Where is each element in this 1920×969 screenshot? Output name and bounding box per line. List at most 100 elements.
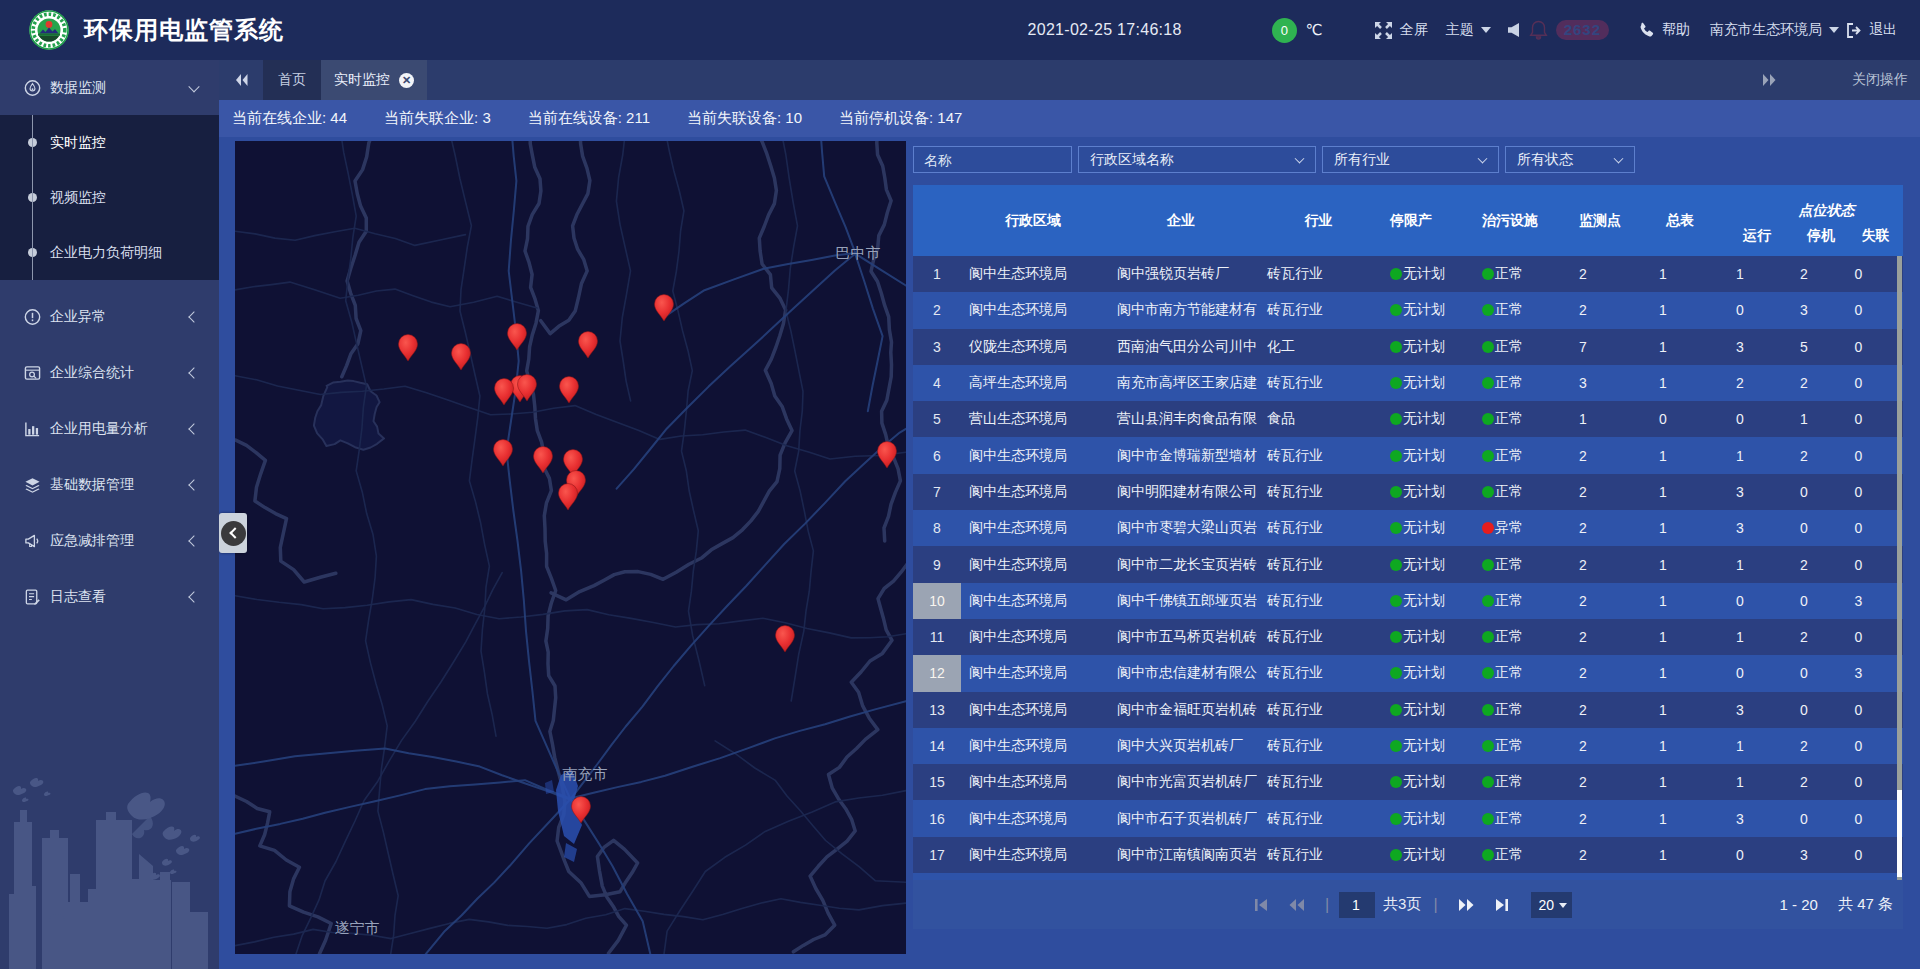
cell-running: 1 [1720,448,1794,464]
previous-page-button[interactable] [1288,898,1305,912]
cell-treatment-facility: 正常 [1472,701,1560,719]
map-pin-14[interactable] [557,482,579,511]
region-filter-select[interactable]: 行政区域名称 [1078,146,1316,173]
map-pin-4[interactable] [577,330,599,359]
map-pin-11[interactable] [532,445,554,474]
close-operations-button[interactable]: 关闭操作 [1852,71,1908,89]
map-pin-15[interactable] [876,440,898,469]
forward-tabs-button[interactable] [1762,73,1778,87]
table-row-7[interactable]: 7阆中生态环境局阆中明阳建材有限公司砖瓦行业无计划正常21300 [913,474,1903,510]
table-scrollbar[interactable] [1897,256,1902,880]
col-header-1[interactable]: 行政区域 [961,185,1105,256]
tab-1[interactable]: 首页 [263,60,321,100]
map-pin-9[interactable] [558,375,580,404]
table-row-13[interactable]: 13阆中生态环境局阆中市金福旺页岩机砖砖瓦行业无计划正常21300 [913,692,1903,728]
table-row-17[interactable]: 17阆中生态环境局阆中市江南镇阆南页岩砖瓦行业无计划正常21030 [913,837,1903,873]
status-filter-select[interactable]: 所有状态 [1505,146,1635,173]
map-pin-5[interactable] [450,342,472,371]
table-row-15[interactable]: 15阆中生态环境局阆中市光富页岩机砖厂砖瓦行业无计划正常21120 [913,764,1903,800]
cell-region: 阆中生态环境局 [961,773,1105,791]
table-row-18[interactable]: 18南部生态环境局南部县新华水泥有限公建材加工无计划正常60060 [913,873,1903,880]
col-subheader-2[interactable]: 停机 [1794,221,1848,256]
last-page-button[interactable] [1495,898,1509,912]
map-pin-8[interactable] [516,373,538,402]
map-pin-16[interactable] [774,624,796,653]
sidebar-item-3[interactable]: 企业综合统计 [0,345,219,401]
tab-2[interactable]: 实时监控✕ [321,60,427,100]
table-scrollbar-thumb[interactable] [1897,790,1902,877]
table-row-9[interactable]: 9阆中生态环境局阆中市二龙长宝页岩砖砖瓦行业无计划正常21120 [913,546,1903,582]
map-pin-3[interactable] [506,322,528,351]
sidebar-item-5[interactable]: 基础数据管理 [0,457,219,513]
sidebar-item-6[interactable]: 应急减排管理 [0,513,219,569]
name-filter-input[interactable] [913,146,1072,173]
col-header-3[interactable]: 行业 [1257,185,1380,256]
col-header-2[interactable]: 企业 [1105,185,1257,256]
table-row-12[interactable]: 12阆中生态环境局阆中市忠信建材有限公砖瓦行业无计划正常21003 [913,655,1903,691]
first-page-button[interactable] [1254,898,1268,912]
sidebar-item-4[interactable]: 企业用电量分析 [0,401,219,457]
table-row-14[interactable]: 14阆中生态环境局阆中大兴页岩机砖厂砖瓦行业无计划正常21120 [913,728,1903,764]
table-row-11[interactable]: 11阆中生态环境局阆中市五马桥页岩机砖砖瓦行业无计划正常21120 [913,619,1903,655]
cell-stopped: 2 [1794,375,1848,391]
col-header-6[interactable]: 监测点 [1560,185,1640,256]
tab-close-icon[interactable]: ✕ [399,73,414,88]
sidebar-item-1[interactable]: 数据监测 [0,60,219,115]
page-number-input[interactable] [1339,892,1375,918]
cell-monitor-points: 2 [1560,484,1640,500]
sidebar-item-7[interactable]: 日志查看 [0,569,219,625]
table-row-3[interactable]: 3仪陇生态环境局西南油气田分公司川中化工无计划正常71350 [913,329,1903,365]
table-row-8[interactable]: 8阆中生态环境局阆中市枣碧大梁山页岩砖瓦行业无计划异常21300 [913,510,1903,546]
cell-monitor-points: 2 [1560,774,1640,790]
col-subheader-1[interactable]: 运行 [1720,221,1794,256]
fullscreen-button[interactable]: 全屏 [1374,21,1428,40]
next-page-button[interactable] [1458,898,1475,912]
table-row-4[interactable]: 4高坪生态环境局南充市高坪区王家店建砖瓦行业无计划正常31220 [913,365,1903,401]
logout-button[interactable]: 退出 [1845,21,1897,39]
org-dropdown[interactable]: 南充市生态环境局 [1710,21,1839,39]
table-row-16[interactable]: 16阆中生态环境局阆中市石子页岩机砖厂砖瓦行业无计划正常21300 [913,800,1903,836]
table-row-1[interactable]: 1阆中生态环境局阆中强锐页岩砖厂砖瓦行业无计划正常21120 [913,256,1903,292]
cell-region: 阆中生态环境局 [961,519,1105,537]
table-row-6[interactable]: 6阆中生态环境局阆中市金博瑞新型墙材砖瓦行业无计划正常21120 [913,437,1903,473]
table-row-2[interactable]: 2阆中生态环境局阆中市南方节能建材有砖瓦行业无计划正常21030 [913,292,1903,328]
col-header-5[interactable]: 治污设施 [1472,185,1560,256]
chevron-down-icon [1295,153,1305,163]
cell-stopped: 2 [1794,557,1848,573]
map-base-layer [235,141,906,954]
map-panel[interactable]: 巴中市南充市遂宁市 [235,141,906,954]
col-header-7[interactable]: 总表 [1640,185,1720,256]
notifications-badge: 2632 [1556,20,1609,40]
chevron-left-icon [188,591,199,602]
map-pin-17[interactable] [570,795,592,824]
status-dot-icon [1390,667,1402,679]
cell-treatment-facility: 正常 [1472,664,1560,682]
col-header-4[interactable]: 停限产 [1380,185,1472,256]
total-pages-label: 共3页 [1383,895,1421,914]
col-subheader-3[interactable]: 失联 [1848,221,1903,256]
table-row-5[interactable]: 5营山生态环境局营山县润丰肉食品有限食品无计划正常10010 [913,401,1903,437]
page-size-select[interactable]: 20 [1531,892,1573,918]
region-filter-value: 行政区域名称 [1090,151,1174,169]
collapse-tabs-left-button[interactable] [219,60,263,100]
cell-total-meters: 1 [1640,339,1720,355]
map-pin-7[interactable] [493,377,515,406]
map-pin-10[interactable] [492,438,514,467]
cell-treatment-facility: 正常 [1472,483,1560,501]
notifications-widget[interactable]: 2632 [1529,20,1609,40]
row-index: 15 [913,764,961,800]
map-collapse-handle[interactable] [219,513,247,553]
map-pin-2[interactable] [397,333,419,362]
help-button[interactable]: 帮助 [1638,21,1690,39]
cell-region: 高坪生态环境局 [961,374,1105,392]
table-row-10[interactable]: 10阆中生态环境局阆中千佛镇五郎垭页岩砖瓦行业无计划正常21003 [913,583,1903,619]
status-dot-icon [1482,413,1494,425]
sidebar-item-2[interactable]: 企业异常 [0,289,219,345]
map-pin-1[interactable] [653,293,675,322]
industry-filter-select[interactable]: 所有行业 [1322,146,1499,173]
mute-button[interactable] [1506,22,1521,38]
cell-offline: 0 [1848,738,1903,754]
theme-dropdown[interactable]: 主题 [1446,21,1491,39]
cell-region: 阆中生态环境局 [961,701,1105,719]
cell-treatment-facility: 正常 [1472,338,1560,356]
